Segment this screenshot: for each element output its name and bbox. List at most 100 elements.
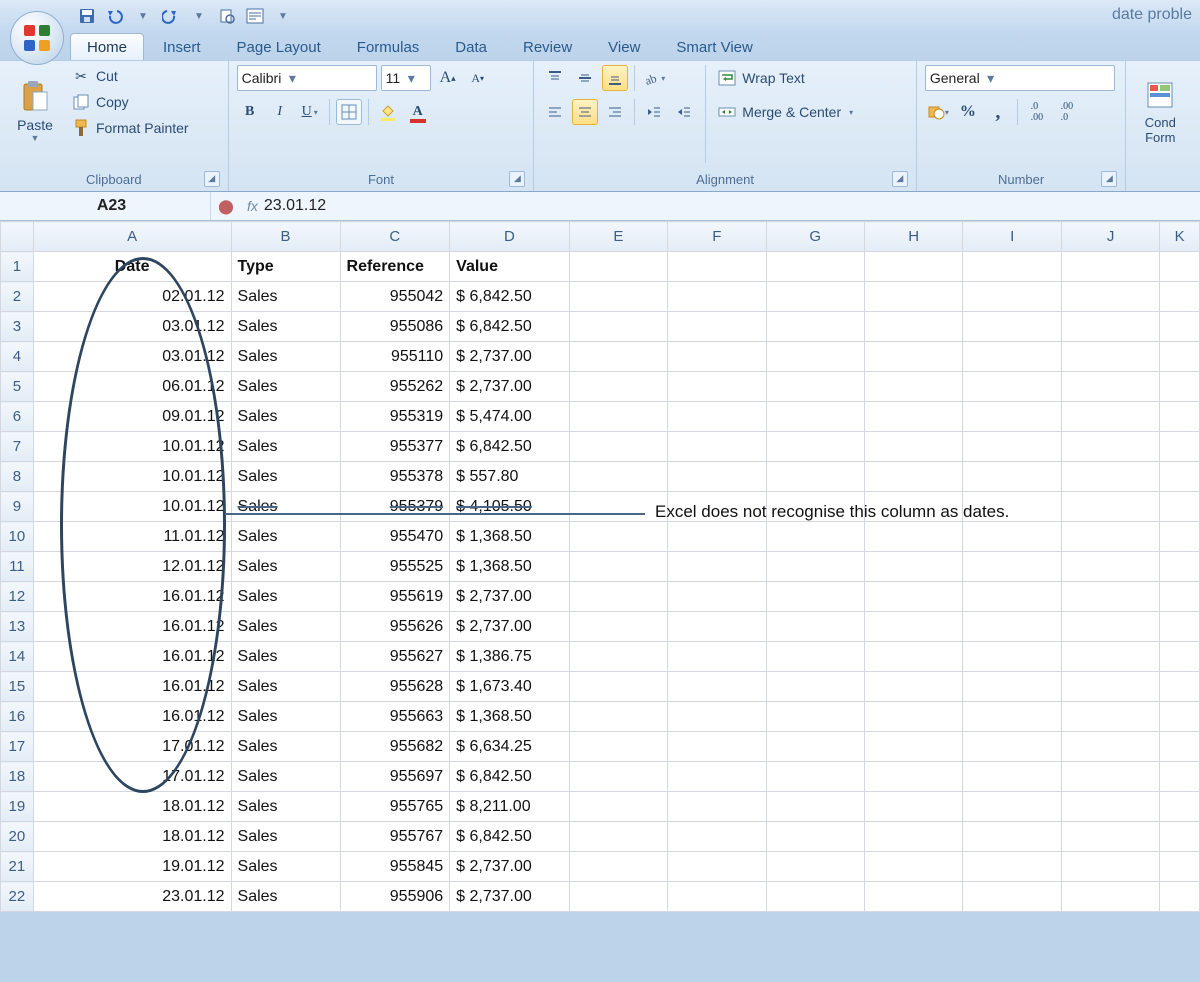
cell[interactable] xyxy=(668,342,766,372)
cell[interactable]: Date xyxy=(33,252,231,282)
column-header-H[interactable]: H xyxy=(864,222,962,252)
cell[interactable]: Sales xyxy=(231,312,340,342)
cell[interactable] xyxy=(569,792,667,822)
cell[interactable]: $ 8,211.00 xyxy=(450,792,569,822)
cell[interactable]: 11.01.12 xyxy=(33,522,231,552)
cell[interactable]: 16.01.12 xyxy=(33,642,231,672)
cell[interactable]: 955697 xyxy=(340,762,450,792)
cell[interactable] xyxy=(766,732,864,762)
font-name-combo[interactable]: Calibri▾ xyxy=(237,65,377,91)
undo-icon[interactable] xyxy=(106,7,124,25)
cell[interactable]: Sales xyxy=(231,432,340,462)
cell[interactable] xyxy=(1061,882,1159,912)
cell[interactable]: 17.01.12 xyxy=(33,732,231,762)
cell[interactable]: 16.01.12 xyxy=(33,702,231,732)
align-right-button[interactable] xyxy=(602,99,628,125)
cell[interactable]: Sales xyxy=(231,552,340,582)
copy-button[interactable]: Copy xyxy=(68,91,193,113)
cell[interactable]: Sales xyxy=(231,402,340,432)
cell[interactable] xyxy=(864,612,962,642)
cell[interactable] xyxy=(1160,312,1200,342)
format-painter-button[interactable]: Format Painter xyxy=(68,117,193,139)
qat-wrap-icon[interactable] xyxy=(246,7,264,25)
align-center-button[interactable] xyxy=(572,99,598,125)
cell[interactable] xyxy=(864,642,962,672)
cell[interactable]: $ 6,842.50 xyxy=(450,762,569,792)
cell[interactable]: $ 1,368.50 xyxy=(450,702,569,732)
cell[interactable] xyxy=(963,522,1061,552)
cell[interactable] xyxy=(864,432,962,462)
cell[interactable] xyxy=(668,312,766,342)
row-header[interactable]: 12 xyxy=(1,582,34,612)
column-header-A[interactable]: A xyxy=(33,222,231,252)
cell[interactable] xyxy=(668,402,766,432)
cell[interactable]: $ 2,737.00 xyxy=(450,372,569,402)
cell[interactable] xyxy=(668,732,766,762)
cell[interactable] xyxy=(1061,522,1159,552)
cell[interactable] xyxy=(569,522,667,552)
cell[interactable] xyxy=(1160,882,1200,912)
row-header[interactable]: 4 xyxy=(1,342,34,372)
cell[interactable]: 18.01.12 xyxy=(33,822,231,852)
tab-smart-view[interactable]: Smart View xyxy=(659,33,769,60)
borders-button[interactable] xyxy=(336,99,362,125)
cell[interactable]: Type xyxy=(231,252,340,282)
cell[interactable]: 19.01.12 xyxy=(33,852,231,882)
cell[interactable] xyxy=(1061,432,1159,462)
cell[interactable]: Sales xyxy=(231,462,340,492)
cell[interactable] xyxy=(569,822,667,852)
name-box[interactable]: ▾ xyxy=(0,192,211,220)
row-header[interactable]: 14 xyxy=(1,642,34,672)
row-header[interactable]: 9 xyxy=(1,492,34,522)
align-bottom-button[interactable] xyxy=(602,65,628,91)
cell[interactable] xyxy=(963,822,1061,852)
cell[interactable]: 02.01.12 xyxy=(33,282,231,312)
cell[interactable]: 03.01.12 xyxy=(33,342,231,372)
cell[interactable] xyxy=(864,312,962,342)
cell[interactable] xyxy=(963,702,1061,732)
cell[interactable] xyxy=(963,462,1061,492)
cell[interactable]: Sales xyxy=(231,852,340,882)
row-header[interactable]: 10 xyxy=(1,522,34,552)
cell[interactable]: 955767 xyxy=(340,822,450,852)
cell[interactable] xyxy=(864,252,962,282)
cell[interactable] xyxy=(766,372,864,402)
cell[interactable] xyxy=(569,582,667,612)
cell[interactable] xyxy=(864,342,962,372)
tab-view[interactable]: View xyxy=(591,33,657,60)
cell[interactable] xyxy=(963,342,1061,372)
row-header[interactable]: 20 xyxy=(1,822,34,852)
cell[interactable] xyxy=(766,402,864,432)
conditional-formatting-button[interactable]: Cond Form xyxy=(1134,65,1186,159)
cell[interactable] xyxy=(569,462,667,492)
cell[interactable] xyxy=(1160,252,1200,282)
cell[interactable]: Sales xyxy=(231,792,340,822)
tab-home[interactable]: Home xyxy=(70,33,144,60)
cell[interactable]: Sales xyxy=(231,732,340,762)
cell[interactable]: 955845 xyxy=(340,852,450,882)
cell[interactable] xyxy=(668,552,766,582)
cell[interactable]: 16.01.12 xyxy=(33,612,231,642)
cut-button[interactable]: ✂Cut xyxy=(68,65,193,87)
italic-button[interactable]: I xyxy=(267,99,293,125)
cell[interactable] xyxy=(1061,282,1159,312)
cell[interactable]: 955663 xyxy=(340,702,450,732)
cell[interactable] xyxy=(569,642,667,672)
cell[interactable]: $ 2,737.00 xyxy=(450,582,569,612)
cell[interactable] xyxy=(1160,852,1200,882)
cell[interactable] xyxy=(569,432,667,462)
row-header[interactable]: 19 xyxy=(1,792,34,822)
cell[interactable] xyxy=(569,762,667,792)
paste-button[interactable]: Paste ▼ xyxy=(8,65,62,159)
cell[interactable] xyxy=(864,402,962,432)
cell[interactable] xyxy=(766,762,864,792)
cell[interactable]: Sales xyxy=(231,522,340,552)
cell[interactable]: $ 6,634.25 xyxy=(450,732,569,762)
cell[interactable] xyxy=(864,732,962,762)
qat-customize-icon[interactable]: ▼ xyxy=(274,7,292,25)
cell[interactable] xyxy=(668,612,766,642)
decrease-decimal-button[interactable]: .00.0 xyxy=(1054,99,1080,125)
cell[interactable] xyxy=(963,312,1061,342)
formula-value[interactable]: 23.01.12 xyxy=(264,197,326,215)
cell[interactable] xyxy=(668,702,766,732)
